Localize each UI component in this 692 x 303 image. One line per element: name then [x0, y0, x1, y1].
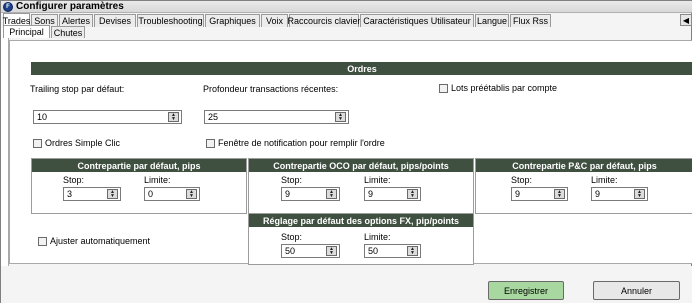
checkbox-box: [439, 83, 448, 93]
fx-header: Réglage par défaut des options FX, pip/p…: [249, 214, 473, 227]
oco-limit-label: Limite:: [364, 175, 391, 185]
pc-stop-label: Stop:: [511, 175, 533, 185]
tab-label: Raccourcis clavier: [287, 16, 361, 26]
counterpart-limit-label: Limite:: [144, 175, 171, 185]
spinner-icon[interactable]: ▲ ▼: [168, 112, 179, 122]
spinner-icon[interactable]: ▲ ▼: [634, 189, 645, 199]
spinner-icon[interactable]: ▲ ▼: [335, 112, 346, 122]
depth-spinner[interactable]: 25 ▲ ▼: [204, 110, 349, 124]
settings-window: F Configurer paramètres Trades Sons Aler…: [0, 0, 692, 303]
counterpart-stop-spinner[interactable]: 3 ▲ ▼: [63, 187, 121, 201]
subtab-label: Principal: [9, 27, 44, 37]
app-icon-glyph: F: [6, 3, 10, 10]
pc-limit-spinner[interactable]: 9 ▲ ▼: [591, 187, 648, 201]
trailing-stop-value: 10: [37, 112, 48, 122]
app-icon: F: [3, 1, 13, 12]
checkbox-box: [206, 138, 215, 148]
counterpart-limit-value: 0: [148, 189, 154, 199]
tab-label: Alertes: [61, 16, 90, 26]
tab-flux-rss[interactable]: Flux Rss: [510, 14, 551, 27]
spinner-icon[interactable]: ▲ ▼: [107, 189, 118, 199]
counterpart-header: Contrepartie par défaut, pips: [32, 159, 246, 172]
spinner-icon[interactable]: ▲ ▼: [326, 246, 337, 256]
counterpart-stop-value: 3: [67, 189, 73, 199]
checkbox-box: [38, 236, 47, 246]
oco-stop-spinner[interactable]: 9 ▲ ▼: [281, 187, 340, 201]
spinner-icon[interactable]: ▲ ▼: [554, 189, 565, 199]
counterpart-group: Contrepartie par défaut, pips Stop: Limi…: [31, 158, 247, 214]
lots-checkbox[interactable]: Lots préétablis par compte: [439, 83, 557, 93]
footer-bar: [1, 266, 692, 303]
main-tabs: Trades Sons Alertes Devises Troubleshoot…: [1, 13, 692, 28]
depth-label: Profondeur transactions récentes:: [203, 84, 339, 94]
fx-stop-label: Stop:: [281, 232, 303, 242]
save-button[interactable]: Enregistrer: [488, 281, 564, 300]
notify-label: Fenêtre de notification pour remplir l'o…: [218, 138, 385, 148]
counterpart-limit-spinner[interactable]: 0 ▲ ▼: [144, 187, 200, 201]
tab-scroll-left-button[interactable]: ◀: [680, 14, 692, 26]
lots-checkbox-label: Lots préétablis par compte: [451, 83, 558, 93]
depth-value: 25: [208, 112, 219, 122]
oco-header: Contrepartie OCO par défaut, pips/points: [249, 159, 473, 172]
chevron-left-icon: ◀: [682, 15, 690, 25]
pc-limit-value: 9: [595, 189, 601, 199]
subtab-principal[interactable]: Principal: [3, 25, 50, 38]
tab-strip: Trades Sons Alertes Devises Troubleshoot…: [1, 13, 692, 40]
tab-label: Caractéristiques Utilisateur: [363, 16, 471, 26]
window-title: Configurer paramètres: [16, 1, 124, 12]
trailing-stop-label: Trailing stop par défaut:: [30, 84, 125, 94]
orders-header: Ordres: [31, 62, 692, 75]
tab-graphiques[interactable]: Graphiques: [205, 14, 260, 27]
tab-label: Troubleshooting: [138, 16, 203, 26]
tab-label: Flux Rss: [512, 16, 548, 26]
settings-panel: Ordres Trailing stop par défaut: Profond…: [9, 40, 692, 265]
fx-stop-spinner[interactable]: 50 ▲ ▼: [281, 244, 340, 258]
tab-label: Graphiques: [209, 16, 256, 26]
fx-stop-value: 50: [285, 246, 296, 256]
cancel-button[interactable]: Annuler: [593, 281, 680, 300]
oco-limit-spinner[interactable]: 9 ▲ ▼: [364, 187, 421, 201]
tab-voix[interactable]: Voix: [261, 14, 288, 27]
tab-langue[interactable]: Langue: [475, 14, 509, 27]
oco-stop-label: Stop:: [281, 175, 303, 185]
pc-limit-label: Limite:: [591, 175, 618, 185]
counterpart-stop-label: Stop:: [63, 175, 85, 185]
pc-stop-spinner[interactable]: 9 ▲ ▼: [511, 187, 568, 201]
auto-adjust-label: Ajuster automatiquement: [50, 236, 151, 246]
tab-troubleshooting[interactable]: Troubleshooting: [137, 14, 204, 27]
fx-limit-spinner[interactable]: 50 ▲ ▼: [364, 244, 421, 258]
tab-caracteristiques-utilisateur[interactable]: Caractéristiques Utilisateur: [360, 14, 474, 27]
notify-checkbox[interactable]: Fenêtre de notification pour remplir l'o…: [206, 138, 385, 148]
tab-label: Langue: [476, 16, 508, 26]
oco-stop-value: 9: [285, 189, 291, 199]
oco-group: Contrepartie OCO par défaut, pips/points…: [248, 158, 474, 214]
panel-left-edge: [1, 28, 9, 303]
fx-limit-label: Limite:: [364, 232, 391, 242]
tab-label: Voix: [265, 16, 283, 26]
spinner-icon[interactable]: ▲ ▼: [407, 189, 418, 199]
simple-click-label: Ordres Simple Clic: [45, 138, 121, 148]
subtab-chutes[interactable]: Chutes: [51, 26, 85, 38]
simple-click-checkbox[interactable]: Ordres Simple Clic: [33, 138, 120, 148]
fx-group: Réglage par défaut des options FX, pip/p…: [248, 213, 474, 265]
spinner-icon[interactable]: ▲ ▼: [186, 189, 197, 199]
subtab-label: Chutes: [53, 27, 83, 38]
oco-limit-value: 9: [368, 189, 374, 199]
spinner-icon[interactable]: ▲ ▼: [326, 189, 337, 199]
pc-header: Contrepartie P&C par défaut, pips: [476, 159, 692, 172]
pc-stop-value: 9: [515, 189, 521, 199]
spinner-icon[interactable]: ▲ ▼: [407, 246, 418, 256]
pc-group: Contrepartie P&C par défaut, pips Stop: …: [475, 158, 692, 214]
auto-adjust-checkbox[interactable]: Ajuster automatiquement: [38, 236, 150, 246]
title-bar: F Configurer paramètres: [1, 1, 692, 13]
tab-raccourcis-clavier[interactable]: Raccourcis clavier: [287, 14, 361, 27]
trailing-stop-spinner[interactable]: 10 ▲ ▼: [33, 110, 182, 124]
tab-label: Devises: [98, 16, 131, 26]
fx-limit-value: 50: [368, 246, 379, 256]
checkbox-box: [33, 138, 42, 148]
tab-devises[interactable]: Devises: [94, 14, 136, 27]
orders-group: Ordres Trailing stop par défaut: Profond…: [30, 62, 692, 157]
